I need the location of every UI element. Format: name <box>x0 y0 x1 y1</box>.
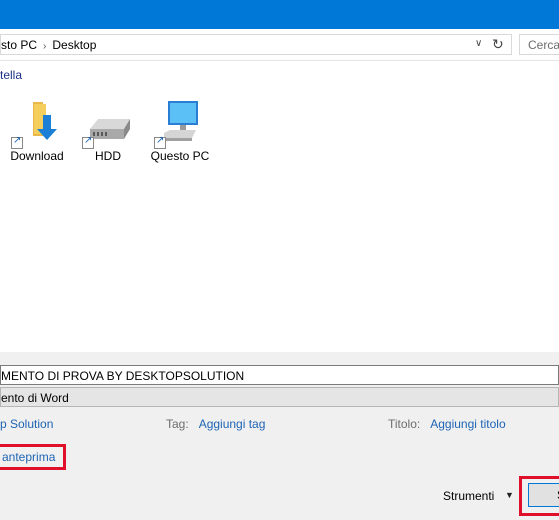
save-thumbnail-label: anteprima <box>2 450 56 464</box>
caret-down-icon[interactable]: ▼ <box>505 490 514 500</box>
new-folder-button[interactable]: tella <box>0 68 22 82</box>
save-thumbnail-checkbox[interactable]: anteprima <box>0 444 66 470</box>
filetype-value: ento di Word <box>1 391 69 405</box>
file-label: HDD <box>95 149 121 163</box>
file-item-this-pc[interactable]: Questo PC <box>145 99 215 163</box>
file-item-hdd[interactable]: HDD <box>73 99 143 163</box>
tags-link[interactable]: Aggiungi tag <box>199 417 266 431</box>
tools-menu-button[interactable]: Strumenti <box>443 489 494 503</box>
tags-group: Tag: Aggiungi tag <box>166 417 265 431</box>
command-bar: tella <box>0 61 559 89</box>
file-label: Download <box>10 149 64 163</box>
computer-icon <box>154 99 204 149</box>
address-bar: sto PC › Desktop ∨ ↻ Cerca <box>0 29 559 61</box>
breadcrumb: sto PC › Desktop <box>1 38 96 52</box>
author-value[interactable]: p Solution <box>0 417 53 431</box>
shortcut-overlay-icon <box>82 135 94 149</box>
file-item-download[interactable]: Download <box>2 99 72 163</box>
title-label: Titolo: <box>388 417 421 431</box>
address-field[interactable]: sto PC › Desktop ∨ ↻ <box>0 34 512 55</box>
save-button[interactable]: S <box>528 483 559 507</box>
divider <box>0 352 559 364</box>
filetype-select[interactable]: ento di Word <box>0 387 559 407</box>
file-label: Questo PC <box>150 149 210 163</box>
save-form: MENTO DI PROVA BY DESKTOPSOLUTION ento d… <box>0 364 559 520</box>
breadcrumb-item-pc[interactable]: sto PC <box>1 38 37 52</box>
breadcrumb-item-desktop[interactable]: Desktop <box>52 38 96 52</box>
title-group: Titolo: Aggiungi titolo <box>388 417 506 431</box>
shortcut-overlay-icon <box>154 135 166 149</box>
title-link[interactable]: Aggiungi titolo <box>430 417 505 431</box>
filename-value: MENTO DI PROVA BY DESKTOPSOLUTION <box>1 369 245 383</box>
drive-icon <box>82 99 132 149</box>
chevron-down-icon[interactable]: ∨ <box>475 38 482 49</box>
window-titlebar <box>0 0 559 29</box>
refresh-icon[interactable]: ↻ <box>492 36 504 53</box>
filename-field[interactable]: MENTO DI PROVA BY DESKTOPSOLUTION <box>0 365 559 385</box>
breadcrumb-separator: › <box>43 41 47 52</box>
download-folder-icon <box>11 99 61 149</box>
file-list: Download HDD <box>0 89 559 352</box>
tags-label: Tag: <box>166 417 189 431</box>
shortcut-overlay-icon <box>11 135 23 149</box>
search-placeholder: Cerca <box>528 38 559 52</box>
search-input[interactable]: Cerca <box>519 34 559 55</box>
